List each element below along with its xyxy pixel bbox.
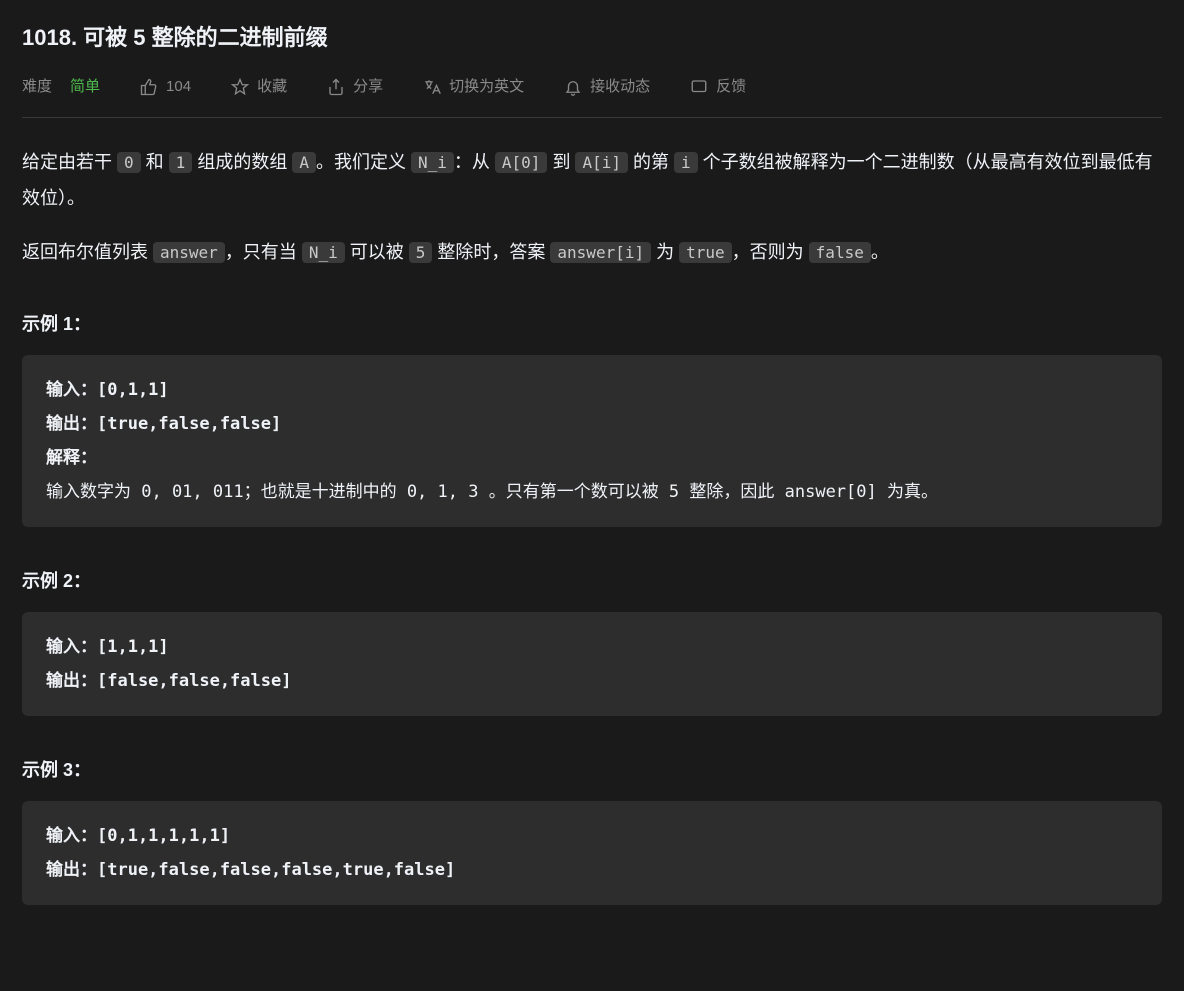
inline-code: 1	[169, 152, 193, 173]
switch-lang-button[interactable]: 切换为英文	[423, 75, 524, 99]
description-paragraph: 给定由若干 0 和 1 组成的数组 A。我们定义 N_i：从 A[0] 到 A[…	[22, 144, 1162, 216]
example-block: 输入：[0,1,1] 输出：[true,false,false] 解释： 输入数…	[22, 355, 1162, 527]
feedback-label: 反馈	[716, 75, 746, 99]
switch-lang-label: 切换为英文	[449, 75, 524, 99]
inline-code: A	[292, 152, 316, 173]
difficulty-value: 简单	[70, 75, 100, 99]
like-button[interactable]: 104	[140, 75, 191, 99]
inline-code: true	[679, 242, 732, 263]
translate-icon	[423, 78, 441, 96]
inline-code: answer	[153, 242, 225, 263]
inline-code: answer[i]	[550, 242, 651, 263]
description-paragraph: 返回布尔值列表 answer，只有当 N_i 可以被 5 整除时，答案 answ…	[22, 234, 1162, 270]
feedback-button[interactable]: 反馈	[690, 75, 746, 99]
inline-code: N_i	[411, 152, 454, 173]
inline-code: 5	[409, 242, 433, 263]
share-label: 分享	[353, 75, 383, 99]
inline-code: N_i	[302, 242, 345, 263]
inline-code: A[i]	[575, 152, 628, 173]
example-block: 输入：[0,1,1,1,1,1] 输出：[true,false,false,fa…	[22, 801, 1162, 905]
problem-title: 1018. 可被 5 整除的二进制前缀	[22, 20, 1162, 55]
example-heading: 示例 3：	[22, 756, 1162, 785]
favorite-button[interactable]: 收藏	[231, 75, 287, 99]
inline-code: 0	[117, 152, 141, 173]
example-block: 输入：[1,1,1] 输出：[false,false,false]	[22, 612, 1162, 716]
feedback-icon	[690, 78, 708, 96]
favorite-label: 收藏	[257, 75, 287, 99]
notifications-button[interactable]: 接收动态	[564, 75, 650, 99]
share-button[interactable]: 分享	[327, 75, 383, 99]
difficulty: 难度 简单	[22, 75, 100, 99]
inline-code: i	[674, 152, 698, 173]
share-icon	[327, 78, 345, 96]
inline-code: false	[809, 242, 871, 263]
thumb-up-icon	[140, 78, 158, 96]
problem-description: 给定由若干 0 和 1 组成的数组 A。我们定义 N_i：从 A[0] 到 A[…	[22, 144, 1162, 270]
example-heading: 示例 2：	[22, 567, 1162, 596]
notifications-label: 接收动态	[590, 75, 650, 99]
inline-code: A[0]	[495, 152, 548, 173]
bell-icon	[564, 78, 582, 96]
star-icon	[231, 78, 249, 96]
example-heading: 示例 1：	[22, 310, 1162, 339]
difficulty-label: 难度	[22, 75, 52, 99]
toolbar: 难度 简单 104 收藏 分享 切换为英文 接收动态 反馈	[22, 75, 1162, 118]
likes-count: 104	[166, 75, 191, 99]
